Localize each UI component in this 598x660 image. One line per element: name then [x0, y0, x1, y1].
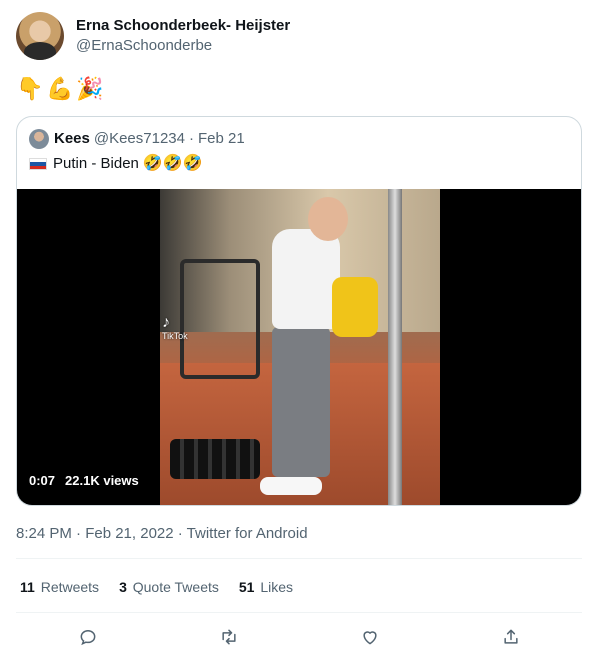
video-scene-shoes — [260, 477, 322, 495]
video-player[interactable]: ♪ TikTok 0:07 22.1K views — [17, 189, 581, 505]
quoted-tweet-text: Putin - Biden 🤣🤣🤣 — [29, 153, 203, 175]
video-scene-person-head — [308, 197, 348, 241]
video-scene-pole — [388, 189, 402, 505]
retweet-icon — [222, 629, 236, 645]
author-names: Erna Schoonderbeek- Heijster @ErnaSchoon… — [76, 16, 290, 56]
tweet-header: Erna Schoonderbeek- Heijster @ErnaSchoon… — [16, 12, 290, 60]
author-display-name[interactable]: Erna Schoonderbeek- Heijster — [76, 16, 290, 36]
quoted-tweet-date: Feb 21 — [198, 130, 245, 147]
laughing-emojis: 🤣🤣🤣 — [142, 155, 203, 172]
video-views: 22.1K views — [65, 473, 139, 488]
video-scene-yellow-equipment — [332, 277, 378, 337]
divider — [16, 612, 582, 613]
quoted-author-name: Kees — [54, 130, 90, 147]
meta-separator: · — [189, 130, 194, 147]
quoted-tweet-card[interactable]: Kees @Kees71234 · Feb 21 Putin - Biden 🤣… — [16, 116, 582, 506]
tweet-text: 👇 💪 🎉 — [16, 74, 104, 104]
video-scene-person-body — [272, 229, 340, 329]
share-button[interactable] — [496, 622, 526, 652]
tiktok-watermark: ♪ TikTok — [162, 314, 188, 342]
quote-tweets-label: Quote Tweets — [132, 579, 219, 595]
tweet-timestamp[interactable]: 8:24 PM · Feb 21, 2022 · Twitter for And… — [16, 524, 308, 544]
engagement-stats: 11 Retweets 3 Quote Tweets 51 Likes — [20, 577, 313, 597]
quote-tweets-stat[interactable]: 3 Quote Tweets — [119, 577, 219, 597]
likes-stat[interactable]: 51 Likes — [239, 577, 293, 597]
retweet-button[interactable] — [214, 622, 244, 652]
russia-flag-icon — [29, 158, 47, 170]
tiktok-watermark-text: TikTok — [162, 331, 188, 341]
video-info-badge: 0:07 22.1K views — [29, 473, 139, 489]
video-scene-person-legs — [272, 327, 330, 477]
quoted-author-avatar — [29, 129, 49, 149]
video-scene-machine — [180, 259, 260, 379]
quoted-tweet-body: Putin - Biden — [53, 155, 139, 172]
share-icon — [504, 629, 518, 644]
likes-count: 51 — [238, 579, 255, 595]
tiktok-logo-icon: ♪ — [162, 314, 170, 331]
author-handle[interactable]: @ErnaSchoonderbe — [76, 36, 290, 56]
retweets-stat[interactable]: 11 Retweets — [20, 577, 99, 597]
action-bar — [0, 622, 598, 652]
reply-button[interactable] — [73, 622, 103, 652]
pointing-down-emoji: 👇 — [16, 76, 44, 101]
video-duration: 0:07 — [29, 473, 56, 488]
divider — [16, 558, 582, 559]
heart-icon — [363, 631, 377, 645]
likes-label: Likes — [260, 579, 294, 595]
retweets-count: 11 — [20, 579, 35, 595]
quoted-author-handle: @Kees71234 — [93, 130, 185, 147]
video-scene-dumbbells — [170, 439, 260, 479]
like-button[interactable] — [355, 622, 385, 652]
reply-icon — [80, 629, 96, 646]
video-frame: ♪ TikTok — [160, 189, 440, 505]
retweets-label: Retweets — [40, 579, 100, 595]
quoted-tweet-header: Kees @Kees71234 · Feb 21 — [29, 129, 245, 149]
flexed-biceps-emoji: 💪 — [46, 76, 74, 101]
quote-tweets-count: 3 — [119, 579, 127, 595]
author-avatar[interactable] — [16, 12, 64, 60]
party-popper-emoji: 🎉 — [76, 76, 104, 101]
